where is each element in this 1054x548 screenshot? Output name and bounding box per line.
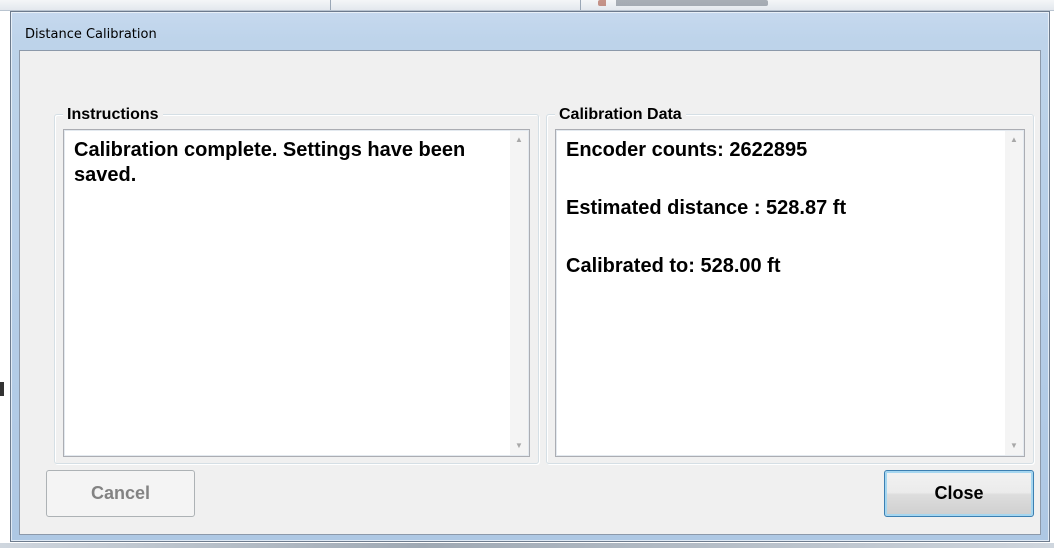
instructions-label: Instructions [63, 106, 163, 124]
calibration-data-scrollbar[interactable]: ▲ ▼ [1005, 131, 1023, 455]
background-divider [580, 0, 581, 10]
distance-calibration-dialog: Distance Calibration Instructions Calibr… [10, 11, 1050, 542]
screen: Distance Calibration Instructions Calibr… [0, 0, 1054, 548]
background-bottom-edge [0, 543, 1054, 548]
calibration-data-textbox[interactable]: Encoder counts: 2622895 Estimated distan… [555, 129, 1025, 457]
encoder-counts-line: Encoder counts: 2622895 [566, 139, 808, 161]
scroll-down-arrow-icon[interactable]: ▼ [1005, 437, 1023, 455]
background-window-strip [0, 0, 1054, 11]
dialog-title: Distance Calibration [25, 27, 157, 42]
scroll-up-arrow-icon[interactable]: ▲ [1005, 131, 1023, 149]
calibration-data-text: Encoder counts: 2622895 Estimated distan… [566, 138, 994, 312]
instructions-groupbox: Instructions Calibration complete. Setti… [54, 106, 539, 464]
background-divider [330, 0, 331, 10]
calibration-data-groupbox: Calibration Data Encoder counts: 2622895… [546, 106, 1034, 464]
instructions-scrollbar[interactable]: ▲ ▼ [510, 131, 528, 455]
dialog-client-area: Instructions Calibration complete. Setti… [19, 50, 1041, 535]
instructions-textbox[interactable]: Calibration complete. Settings have been… [63, 129, 530, 457]
background-menu-glimpse [598, 0, 768, 6]
scroll-up-arrow-icon[interactable]: ▲ [510, 131, 528, 149]
close-button[interactable]: Close [884, 470, 1034, 517]
scroll-down-arrow-icon[interactable]: ▼ [510, 437, 528, 455]
instructions-text: Calibration complete. Settings have been… [74, 139, 466, 186]
calibrated-to-line: Calibrated to: 528.00 ft [566, 255, 781, 277]
cancel-button[interactable]: Cancel [46, 470, 195, 517]
background-edge-mark [0, 382, 4, 396]
calibration-data-label: Calibration Data [555, 106, 686, 124]
estimated-distance-line: Estimated distance : 528.87 ft [566, 197, 847, 219]
dialog-titlebar[interactable]: Distance Calibration [11, 12, 1049, 50]
